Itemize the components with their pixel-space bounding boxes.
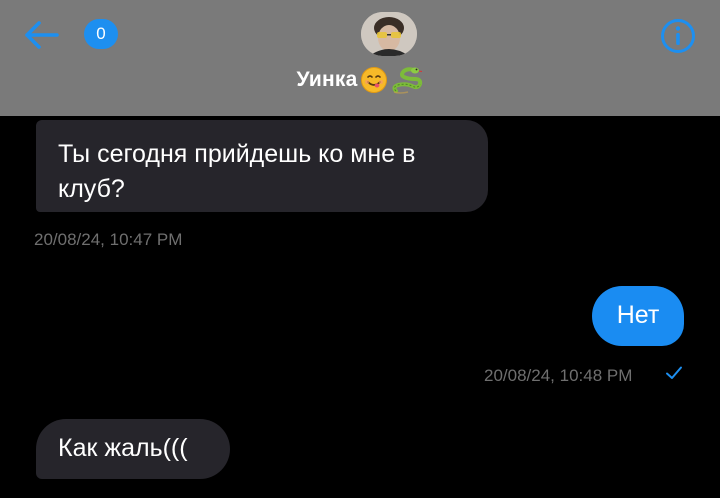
contact-name-row[interactable]: Уинка xyxy=(0,62,720,98)
outgoing-message-bubble[interactable]: Нет xyxy=(592,286,684,346)
chat-screen: 0 Уинка Ты сегодня прийдешь ко мне в клу… xyxy=(0,0,720,498)
incoming-message-bubble[interactable]: Ты сегодня прийдешь ко мне в клуб? xyxy=(36,120,488,212)
message-text: Нет xyxy=(616,301,660,329)
contact-name: Уинка xyxy=(296,68,358,91)
info-button[interactable] xyxy=(660,18,696,54)
message-text: Как жаль((( xyxy=(58,434,188,462)
chat-header: 0 Уинка xyxy=(0,0,720,116)
snake-emoji-icon xyxy=(391,67,422,94)
arrow-left-icon xyxy=(25,21,59,49)
message-timestamp: 20/08/24, 10:47 PM xyxy=(34,230,183,249)
checkmark-icon xyxy=(666,366,682,379)
info-circle-icon xyxy=(661,19,695,53)
unread-count-badge[interactable]: 0 xyxy=(84,19,118,49)
avatar[interactable] xyxy=(361,12,417,56)
back-button[interactable] xyxy=(18,14,64,56)
message-text: Ты сегодня прийдешь ко мне в клуб? xyxy=(58,140,416,203)
message-timestamp: 20/08/24, 10:48 PM xyxy=(484,366,633,385)
incoming-message-bubble[interactable]: Как жаль((( xyxy=(36,419,230,479)
smiling-face-emoji-icon xyxy=(360,67,387,93)
